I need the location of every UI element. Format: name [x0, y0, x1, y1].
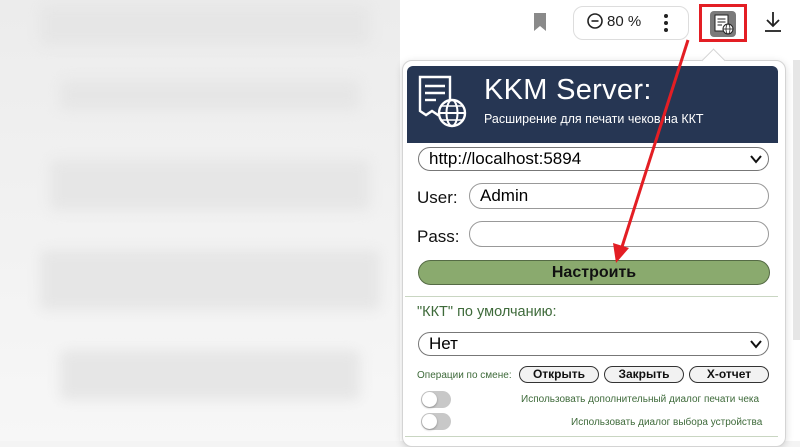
password-field[interactable]: [469, 221, 769, 247]
download-icon[interactable]: [763, 10, 783, 34]
blurred-block: [60, 350, 360, 400]
toggle-knob: [422, 392, 437, 407]
device-dialog-toggle-label: Использовать диалог выбора устройства: [571, 417, 763, 428]
popup-subtitle: Расширение для печати чеков на ККТ: [484, 112, 704, 126]
print-dialog-toggle-label: Использовать дополнительный диалог печат…: [521, 394, 760, 405]
page-scrollbar[interactable]: [793, 60, 800, 340]
user-field[interactable]: Admin: [469, 183, 769, 209]
chevron-down-icon: [750, 340, 762, 349]
blurred-block: [50, 160, 370, 210]
pass-label: Pass:: [417, 227, 460, 246]
print-dialog-toggle[interactable]: [421, 391, 451, 408]
close-shift-button[interactable]: Закрыть: [604, 366, 684, 383]
divider: [405, 296, 778, 297]
kkt-default-label: "ККТ" по умолчанию:: [417, 304, 557, 320]
divider: [405, 436, 778, 437]
popup-title: KKM Server:: [484, 74, 652, 106]
zoom-level: 80 %: [607, 13, 642, 30]
chevron-down-icon: [750, 155, 762, 164]
kkt-default-value: Нет: [429, 334, 458, 353]
kkt-default-select[interactable]: Нет: [418, 332, 769, 356]
user-field-value: Admin: [480, 186, 529, 205]
device-dialog-toggle[interactable]: [421, 413, 451, 430]
server-url-value: http://localhost:5894: [429, 149, 582, 168]
blurred-block: [40, 250, 380, 310]
toggle-knob: [422, 414, 437, 429]
open-shift-button[interactable]: Открыть: [519, 366, 599, 383]
bookmark-icon[interactable]: [531, 12, 549, 32]
menu-dots-icon[interactable]: [660, 12, 672, 34]
zoom-out-icon[interactable]: [586, 12, 604, 30]
extension-icon: [710, 11, 736, 37]
receipt-globe-icon: [418, 75, 467, 128]
x-report-button[interactable]: Х-отчет: [689, 366, 769, 383]
shift-ops-label: Операции по смене:: [417, 370, 512, 381]
blurred-block: [40, 5, 370, 45]
blurred-block: [60, 80, 360, 110]
setup-button[interactable]: Настроить: [418, 260, 770, 285]
extension-button[interactable]: [699, 4, 747, 42]
server-url-select[interactable]: http://localhost:5894: [418, 147, 769, 171]
user-label: User:: [417, 188, 458, 207]
